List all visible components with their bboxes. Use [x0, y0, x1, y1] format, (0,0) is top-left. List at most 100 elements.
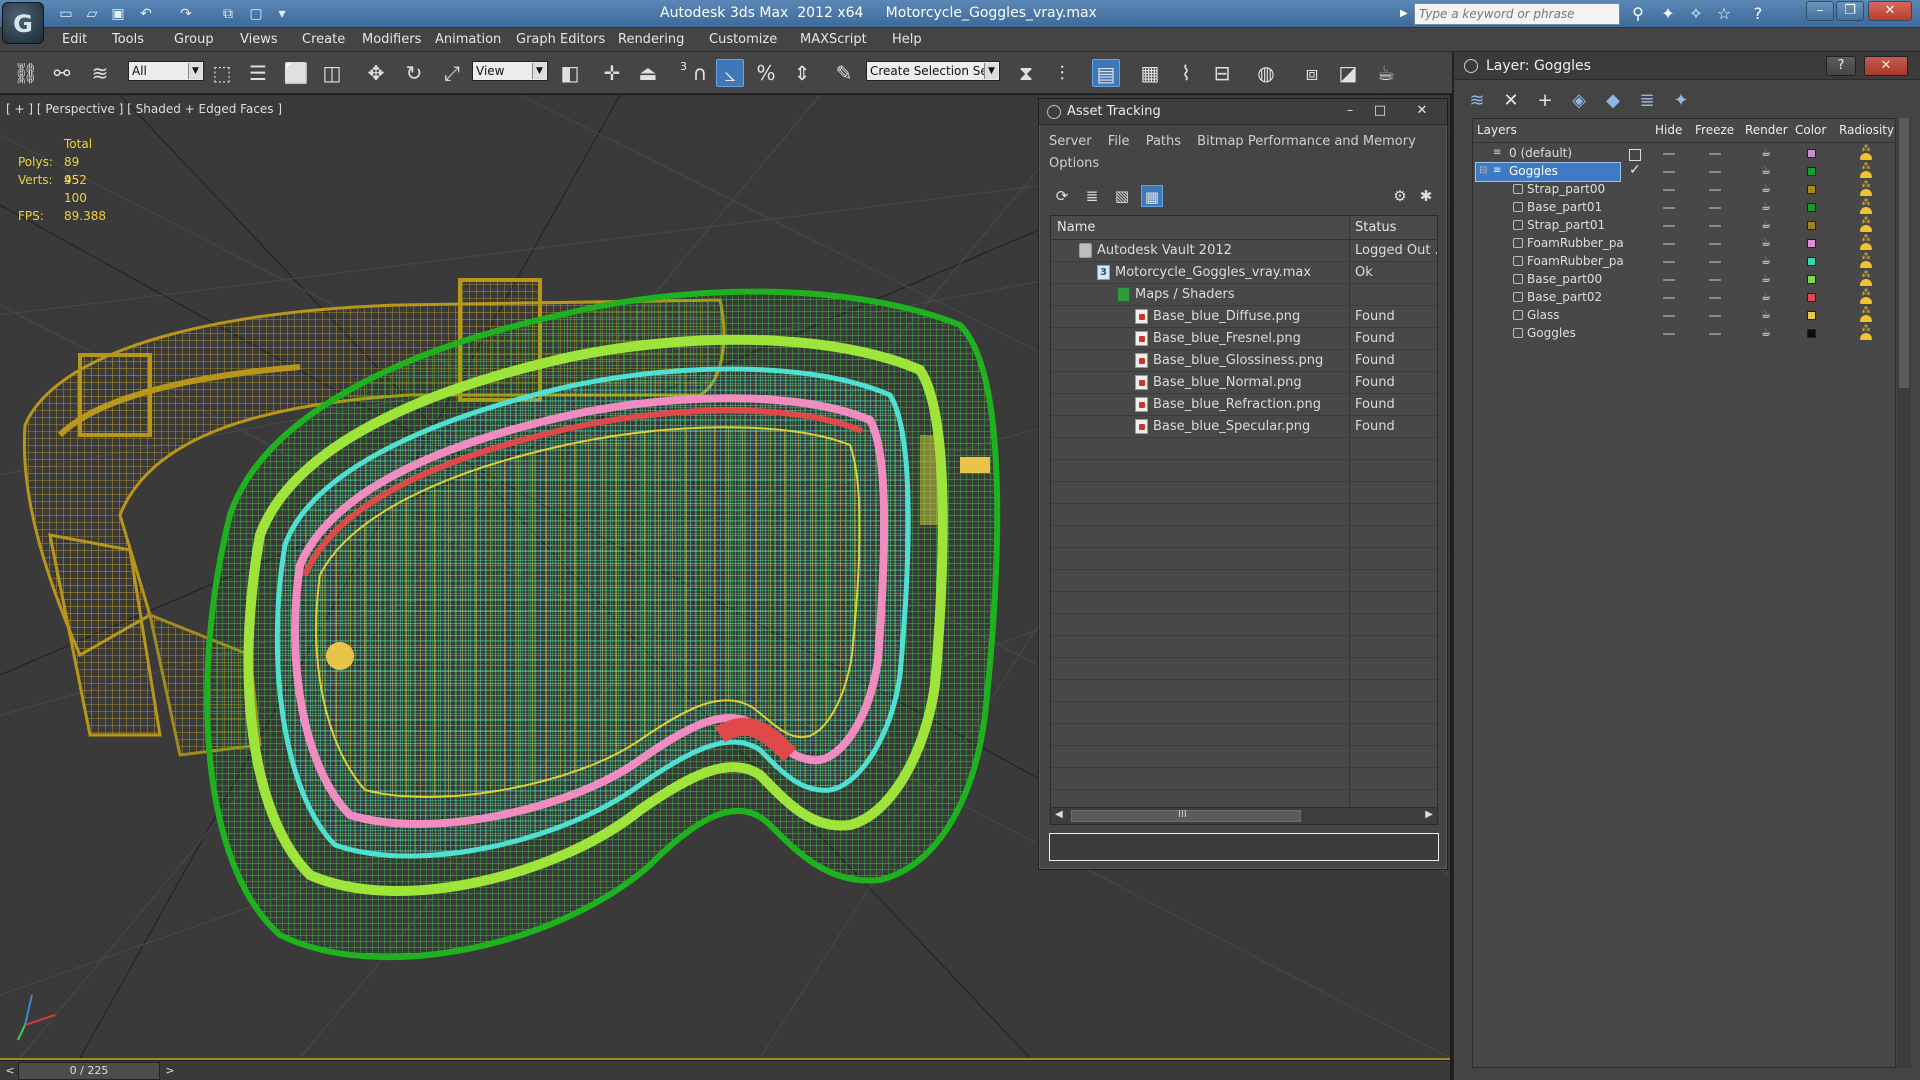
- create-layer-icon[interactable]: +: [1532, 88, 1558, 114]
- refresh-icon[interactable]: ⟳: [1051, 185, 1073, 207]
- object-color-swatch[interactable]: [1807, 275, 1816, 284]
- curve-editor-icon[interactable]: ⌇: [1172, 59, 1200, 87]
- column-radiosity[interactable]: Radiosity: [1839, 123, 1894, 137]
- select-rotate-icon[interactable]: ↻: [400, 59, 428, 87]
- delete-layer-icon[interactable]: ✕: [1498, 88, 1524, 114]
- snaps-toggle-icon[interactable]: ∩: [686, 59, 714, 87]
- graphite-ribbon-icon[interactable]: ▦: [1136, 59, 1164, 87]
- angle-snap-icon[interactable]: ⦣: [716, 59, 744, 87]
- layers-icon[interactable]: ≋: [1464, 88, 1490, 114]
- menu-tools[interactable]: Tools: [112, 32, 144, 47]
- previous-frame-button[interactable]: <: [2, 1063, 18, 1079]
- object-color-swatch[interactable]: [1807, 329, 1816, 338]
- close-button[interactable]: ✕: [1868, 1, 1912, 21]
- freeze-toggle[interactable]: [1709, 189, 1721, 191]
- quick-access-dropdown-icon[interactable]: ▾: [272, 4, 292, 24]
- vault-settings-icon[interactable]: ✱: [1415, 185, 1437, 207]
- object-color-swatch[interactable]: [1807, 185, 1816, 194]
- dialog-minimize-button[interactable]: –: [1339, 102, 1361, 120]
- object-color-swatch[interactable]: [1807, 293, 1816, 302]
- named-selection-select[interactable]: Create Selection Se ▼: [866, 61, 1000, 81]
- scroll-right-icon[interactable]: ▶: [1425, 809, 1433, 820]
- table-view-icon[interactable]: ▦: [1141, 185, 1163, 207]
- menu-maxscript[interactable]: MAXScript: [800, 32, 867, 47]
- window-crossing-icon[interactable]: ◫: [318, 59, 346, 87]
- select-objects-in-layer-icon[interactable]: ◆: [1600, 88, 1626, 114]
- freeze-toggle[interactable]: [1709, 243, 1721, 245]
- column-name[interactable]: Name: [1057, 220, 1095, 235]
- object-color-swatch[interactable]: [1807, 239, 1816, 248]
- align-icon[interactable]: ⫶: [1048, 59, 1076, 87]
- render-teapot-icon[interactable]: ☕: [1761, 201, 1773, 213]
- app-logo[interactable]: G: [2, 2, 44, 44]
- scrollbar-thumb[interactable]: [1899, 118, 1909, 388]
- layer-list-scrollbar[interactable]: [1897, 118, 1911, 1068]
- asset-row-map[interactable]: Base_blue_Diffuse.png Found: [1051, 306, 1437, 328]
- select-manipulate-icon[interactable]: ✛: [598, 59, 626, 87]
- hide-toggle[interactable]: [1663, 297, 1675, 299]
- new-file-icon[interactable]: ▭: [56, 4, 76, 24]
- scroll-left-icon[interactable]: ◀: [1055, 809, 1063, 820]
- menu-modifiers[interactable]: Modifiers: [362, 32, 421, 47]
- viewport-label[interactable]: [ + ] [ Perspective ] [ Shaded + Edged F…: [6, 102, 282, 116]
- highlight-selected-layer-icon[interactable]: ≣: [1634, 88, 1660, 114]
- render-teapot-icon[interactable]: ☕: [1761, 165, 1773, 177]
- hide-toggle[interactable]: [1663, 207, 1675, 209]
- hide-toggle[interactable]: [1663, 315, 1675, 317]
- vault-help-icon[interactable]: ⚙: [1389, 185, 1411, 207]
- layer-color-swatch[interactable]: [1807, 149, 1816, 158]
- asset-row-map[interactable]: Base_blue_Refraction.png Found: [1051, 394, 1437, 416]
- thumbnail-view-icon[interactable]: ▧: [1111, 185, 1133, 207]
- open-file-icon[interactable]: ▱: [82, 4, 102, 24]
- workspace-icon[interactable]: ▢: [246, 4, 266, 24]
- layer-panel-title-bar[interactable]: Layer: Goggles ? ✕: [1454, 52, 1920, 80]
- current-layer-checkbox[interactable]: [1629, 149, 1641, 161]
- column-freeze[interactable]: Freeze: [1695, 123, 1734, 137]
- bind-space-warp-icon[interactable]: ≋: [86, 59, 114, 87]
- asset-row-map[interactable]: Base_blue_Glossiness.png Found: [1051, 350, 1437, 372]
- menu-create[interactable]: Create: [302, 32, 345, 47]
- dialog-maximize-button[interactable]: □: [1369, 102, 1391, 120]
- freeze-toggle[interactable]: [1709, 171, 1721, 173]
- asset-menu-options[interactable]: Options: [1049, 156, 1099, 171]
- layer-color-swatch[interactable]: [1807, 167, 1816, 176]
- column-hide[interactable]: Hide: [1655, 123, 1682, 137]
- asset-tracking-title-bar[interactable]: Asset Tracking – □ ✕: [1039, 99, 1447, 125]
- asset-path-field[interactable]: [1049, 833, 1439, 861]
- spinner-snap-icon[interactable]: ⇕: [788, 59, 816, 87]
- binoculars-icon[interactable]: ⚲: [1626, 3, 1650, 25]
- schematic-view-icon[interactable]: ⊟: [1208, 59, 1236, 87]
- select-scale-icon[interactable]: ⤢: [438, 59, 466, 87]
- freeze-toggle[interactable]: [1709, 315, 1721, 317]
- radiosity-sun-icon[interactable]: ⁂: [1857, 325, 1875, 343]
- object-color-swatch[interactable]: [1807, 257, 1816, 266]
- menu-edit[interactable]: Edit: [62, 32, 87, 47]
- layer-panel-help-button[interactable]: ?: [1826, 56, 1856, 76]
- asset-row-map[interactable]: Base_blue_Fresnel.png Found: [1051, 328, 1437, 350]
- render-teapot-icon[interactable]: ☕: [1761, 309, 1773, 321]
- communication-icon[interactable]: ✧: [1684, 3, 1708, 25]
- render-teapot-icon[interactable]: ☕: [1761, 183, 1773, 195]
- hide-toggle[interactable]: [1663, 189, 1675, 191]
- object-color-swatch[interactable]: [1807, 203, 1816, 212]
- render-setup-icon[interactable]: ⧈: [1298, 59, 1326, 87]
- render-teapot-icon[interactable]: ☕: [1761, 255, 1773, 267]
- next-frame-button[interactable]: >: [162, 1063, 178, 1079]
- column-layers[interactable]: Layers: [1477, 123, 1517, 137]
- pivot-center-icon[interactable]: ◧: [556, 59, 584, 87]
- dialog-close-button[interactable]: ✕: [1411, 102, 1433, 120]
- render-teapot-icon[interactable]: ☕: [1761, 147, 1773, 159]
- save-icon[interactable]: ▣: [108, 4, 128, 24]
- hide-toggle[interactable]: [1663, 171, 1675, 173]
- render-production-icon[interactable]: ☕: [1372, 59, 1400, 87]
- render-teapot-icon[interactable]: ☕: [1761, 219, 1773, 231]
- asset-menu-bitmap-performance[interactable]: Bitmap Performance and Memory: [1197, 134, 1416, 149]
- search-expand-icon[interactable]: ▶: [1400, 3, 1412, 25]
- hide-toggle[interactable]: [1663, 279, 1675, 281]
- menu-group[interactable]: Group: [174, 32, 214, 47]
- restore-button[interactable]: ❐: [1836, 1, 1864, 21]
- asset-menu-server[interactable]: Server: [1049, 134, 1092, 149]
- render-teapot-icon[interactable]: ☕: [1761, 291, 1773, 303]
- asset-row-maps-folder[interactable]: Maps / Shaders: [1051, 284, 1437, 306]
- asset-menu-paths[interactable]: Paths: [1146, 134, 1181, 149]
